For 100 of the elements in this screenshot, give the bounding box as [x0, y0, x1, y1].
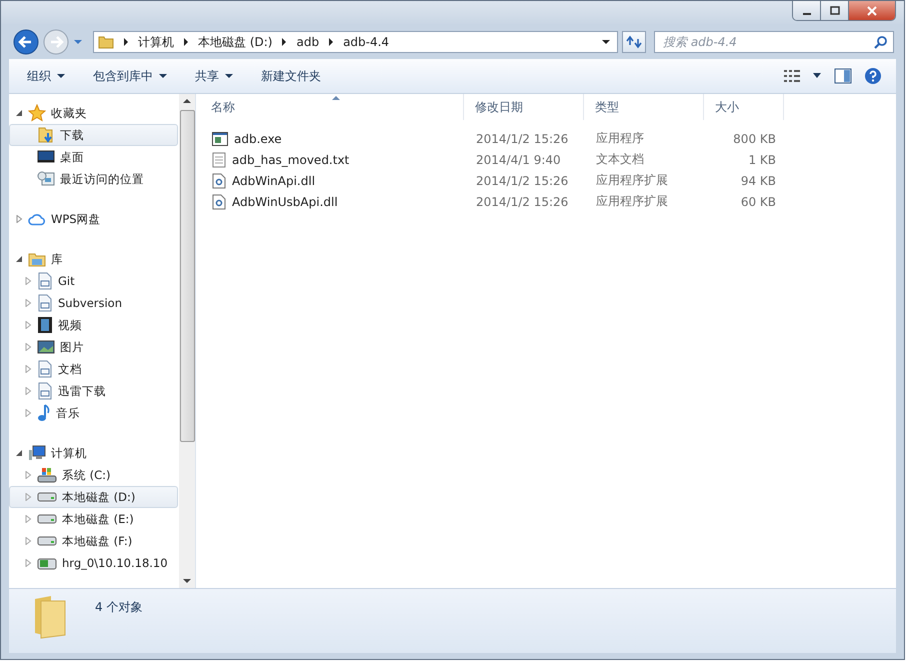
toolbar-button[interactable]: 组织	[19, 64, 73, 88]
nav-group-label[interactable]: WPS网盘	[51, 212, 101, 226]
toolbar-button[interactable]: 新建文件夹	[253, 64, 329, 88]
nav-item[interactable]: 下载	[9, 124, 178, 146]
nav-item[interactable]: 视频	[9, 314, 178, 336]
recent-places-icon	[37, 170, 55, 188]
drive-icon	[37, 513, 57, 525]
help-icon[interactable]	[864, 67, 882, 85]
picture-icon	[37, 339, 55, 355]
column-header[interactable]: 类型	[584, 94, 704, 120]
file-size: 60 KB	[740, 194, 777, 208]
address-bar[interactable]: 计算机 本地磁盘 (D:) adb adb-4.4	[93, 31, 618, 53]
column-header[interactable]: 大小	[704, 94, 784, 120]
nav-group-label[interactable]: 收藏夹	[51, 106, 87, 120]
nav-item[interactable]: hrg_0\10.10.18.10	[9, 552, 178, 574]
toolbar-button[interactable]: 包含到库中	[85, 64, 175, 88]
preview-pane-icon[interactable]	[834, 68, 852, 84]
download-folder-icon	[37, 126, 55, 144]
collapsed-arrow-icon[interactable]	[24, 493, 32, 501]
file-name[interactable]: adb_has_moved.txt	[232, 152, 350, 166]
collapsed-arrow-icon[interactable]	[24, 471, 32, 479]
collapsed-arrow-icon[interactable]	[24, 387, 32, 395]
collapsed-arrow-icon[interactable]	[24, 559, 32, 567]
scroll-down-icon[interactable]	[183, 578, 191, 584]
library-folder-icon	[28, 251, 46, 267]
maximize-button[interactable]	[821, 1, 849, 20]
collapsed-arrow-icon[interactable]	[24, 515, 32, 523]
breadcrumb[interactable]: 本地磁盘 (D:)	[198, 34, 272, 50]
breadcrumb[interactable]: adb	[296, 35, 320, 49]
document-icon	[37, 382, 53, 400]
search-field[interactable]: 搜索 adb-4.4	[654, 31, 894, 53]
nav-item[interactable]: 桌面	[9, 146, 178, 168]
desktop-icon	[37, 149, 55, 165]
nav-item[interactable]: 本地磁盘 (D:)	[9, 486, 178, 508]
minimize-button[interactable]	[793, 1, 821, 20]
modified-date: 2014/4/1 9:40	[475, 152, 562, 166]
collapsed-arrow-icon[interactable]	[24, 299, 32, 307]
close-button[interactable]	[849, 1, 895, 20]
system-drive-icon	[37, 467, 57, 483]
file-type: 应用程序扩展	[595, 172, 669, 189]
file-name[interactable]: AdbWinUsbApi.dll	[232, 194, 338, 208]
maximize-icon	[828, 6, 840, 16]
expanded-arrow-icon[interactable]	[15, 109, 23, 117]
column-header[interactable]: 名称	[200, 94, 464, 120]
music-note-icon	[37, 404, 51, 422]
nav-item[interactable]: 迅雷下载	[9, 380, 178, 402]
modified-date: 2014/1/2 15:26	[475, 194, 570, 208]
nav-item[interactable]: 本地磁盘 (E:)	[9, 508, 178, 530]
caret-icon	[225, 73, 233, 79]
film-icon	[37, 316, 53, 334]
drive-icon	[37, 491, 57, 503]
nav-item[interactable]: 音乐	[9, 402, 178, 424]
scrollbar[interactable]	[179, 94, 195, 588]
nav-item[interactable]: 文档	[9, 358, 178, 380]
star-icon	[28, 104, 46, 122]
scroll-thumb[interactable]	[180, 110, 194, 442]
breadcrumb[interactable]: 计算机	[138, 34, 174, 50]
nav-item[interactable]: Git	[9, 270, 178, 292]
toolbar-button[interactable]: 共享	[187, 64, 241, 88]
drive-icon	[37, 535, 57, 547]
file-type: 应用程序扩展	[595, 193, 669, 210]
file-name[interactable]: AdbWinApi.dll	[232, 174, 316, 188]
modified-date: 2014/1/2 15:26	[475, 132, 570, 146]
nav-item[interactable]: 最近访问的位置	[9, 168, 178, 190]
nav-group-label[interactable]: 库	[51, 252, 63, 266]
nav-item[interactable]: 系统 (C:)	[9, 464, 178, 486]
document-icon	[37, 360, 53, 378]
file-name[interactable]: adb.exe	[234, 132, 282, 146]
cloud-icon	[28, 212, 46, 226]
expanded-arrow-icon[interactable]	[15, 449, 23, 457]
expanded-arrow-icon[interactable]	[15, 255, 23, 263]
refresh-button[interactable]	[622, 31, 646, 53]
collapsed-arrow-icon[interactable]	[24, 365, 32, 373]
chevron-icon	[121, 37, 131, 47]
collapsed-arrow-icon[interactable]	[15, 215, 23, 223]
text-file-icon	[212, 152, 226, 168]
minimize-icon	[802, 12, 810, 14]
nav-group-label[interactable]: 计算机	[51, 446, 87, 460]
back-button[interactable]	[13, 29, 39, 55]
file-size: 1 KB	[747, 152, 777, 166]
column-header[interactable]: 修改日期	[464, 94, 584, 120]
view-list-icon[interactable]	[784, 69, 800, 83]
collapsed-arrow-icon[interactable]	[24, 277, 32, 285]
dropdown-caret-icon[interactable]	[601, 38, 611, 46]
document-icon	[37, 294, 53, 312]
view-caret-icon[interactable]	[812, 73, 822, 79]
recent-pages-caret-icon[interactable]	[73, 38, 83, 46]
breadcrumb[interactable]: adb-4.4	[343, 35, 390, 49]
collapsed-arrow-icon[interactable]	[24, 343, 32, 351]
search-icon[interactable]	[874, 35, 888, 49]
collapsed-arrow-icon[interactable]	[24, 537, 32, 545]
nav-item[interactable]: 本地磁盘 (F:)	[9, 530, 178, 552]
nav-item[interactable]: 图片	[9, 336, 178, 358]
caret-icon	[159, 73, 167, 79]
modified-date: 2014/1/2 15:26	[475, 174, 570, 188]
scroll-up-icon[interactable]	[183, 98, 191, 104]
nav-item[interactable]: Subversion	[9, 292, 178, 314]
collapsed-arrow-icon[interactable]	[24, 409, 32, 417]
document-icon	[37, 272, 53, 290]
collapsed-arrow-icon[interactable]	[24, 321, 32, 329]
